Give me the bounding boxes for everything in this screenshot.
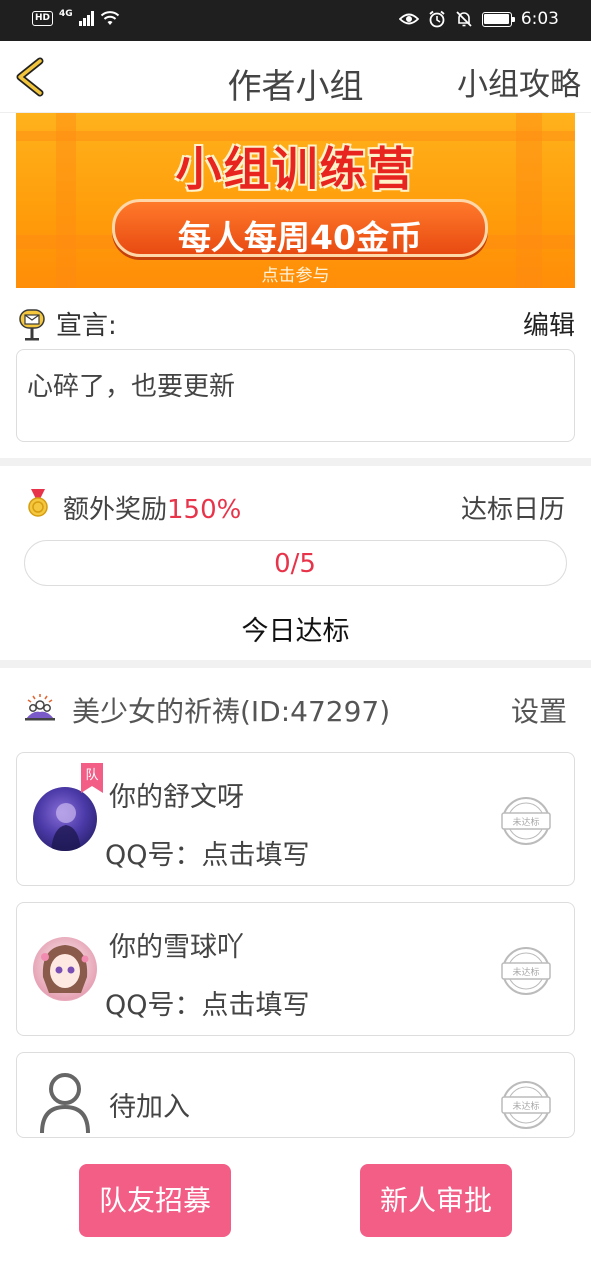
member-card[interactable]: 你的雪球吖 QQ号：点击填写 未达标 bbox=[16, 902, 575, 1036]
member-name: 你的雪球吖 bbox=[109, 932, 244, 963]
daily-progress-bar: 0/5 bbox=[24, 540, 567, 586]
banner-cta: 点击参与 bbox=[261, 266, 330, 286]
stamp-text: 未达标 bbox=[512, 1100, 539, 1112]
progress-text: 0/5 bbox=[274, 549, 316, 579]
team-leader-badge: 队 bbox=[81, 763, 103, 793]
pending-member-card[interactable]: 待加入 未达标 bbox=[16, 1052, 575, 1138]
group-name: 美少女的祈祷(ID:47297) bbox=[72, 695, 391, 728]
team-icon bbox=[25, 694, 55, 721]
hd-badge: HD bbox=[32, 10, 54, 26]
calendar-link[interactable]: 达标日历 bbox=[461, 489, 565, 526]
status-bar: HD 4G 6:03 bbox=[0, 0, 591, 41]
edit-declaration-button[interactable]: 编辑 bbox=[523, 305, 575, 342]
divider bbox=[0, 458, 591, 466]
approve-newcomers-button[interactable]: 新人审批 bbox=[360, 1164, 512, 1237]
banner-pill: 每人每周40金币 bbox=[112, 199, 488, 257]
avatar bbox=[33, 937, 97, 1001]
member-name: 你的舒文呀 bbox=[109, 782, 244, 813]
divider bbox=[0, 660, 591, 668]
extra-reward-percent: 150% bbox=[167, 495, 242, 525]
avatar-figure bbox=[41, 945, 89, 993]
declaration-text: 心碎了，也要更新 bbox=[16, 349, 575, 442]
member-qq-field[interactable]: QQ号：点击填写 bbox=[105, 983, 310, 1022]
extra-reward-label: 额外奖励 bbox=[63, 495, 168, 525]
medal-icon bbox=[28, 489, 48, 517]
declaration-header: 宣言: 编辑 bbox=[16, 304, 575, 341]
team-badge-text: 队 bbox=[85, 768, 98, 783]
battery-icon bbox=[481, 11, 515, 27]
group-settings-button[interactable]: 设置 bbox=[511, 690, 567, 730]
clock: 6:03 bbox=[520, 9, 559, 29]
mailbox-icon bbox=[19, 309, 45, 341]
member-card[interactable]: 队 你的舒文呀 QQ号：点击填写 未达标 bbox=[16, 752, 575, 886]
banner-title: 小组训练营 bbox=[175, 142, 416, 196]
mute-icon bbox=[456, 11, 472, 27]
training-camp-banner[interactable]: 小组训练营 每人每周40金币 点击参与 bbox=[16, 113, 575, 288]
nav-bar: 作者小组 小组攻略 bbox=[0, 41, 591, 113]
not-reached-stamp-icon: 未达标 bbox=[501, 797, 551, 845]
avatar bbox=[33, 787, 97, 851]
today-target-label: 今日达标 bbox=[241, 616, 350, 647]
stamp-text: 未达标 bbox=[512, 966, 539, 978]
eye-icon bbox=[398, 13, 419, 25]
status-left: HD 4G bbox=[32, 9, 120, 26]
group-guide-link[interactable]: 小组攻略 bbox=[457, 59, 581, 104]
member-qq-field[interactable]: QQ号：点击填写 bbox=[105, 833, 310, 872]
stamp-text: 未达标 bbox=[512, 816, 539, 828]
signal-icon bbox=[78, 10, 94, 26]
not-reached-stamp-icon: 未达标 bbox=[501, 947, 551, 995]
extra-reward: 额外奖励150% bbox=[63, 489, 241, 526]
status-right: 6:03 bbox=[398, 9, 559, 29]
banner-pill-text: 每人每周40金币 bbox=[178, 218, 422, 257]
recruit-teammates-button[interactable]: 队友招募 bbox=[79, 1164, 231, 1237]
alarm-icon bbox=[429, 10, 445, 28]
pending-label: 待加入 bbox=[109, 1092, 190, 1123]
not-reached-stamp-icon: 未达标 bbox=[501, 1081, 551, 1129]
person-icon bbox=[40, 1073, 90, 1133]
bottom-action-bar: 队友招募 新人审批 bbox=[0, 1138, 591, 1280]
declaration-label: 宣言: bbox=[56, 311, 117, 341]
wifi-icon bbox=[100, 11, 119, 25]
network-label: 4G bbox=[59, 9, 73, 19]
avatar-figure bbox=[51, 803, 81, 851]
